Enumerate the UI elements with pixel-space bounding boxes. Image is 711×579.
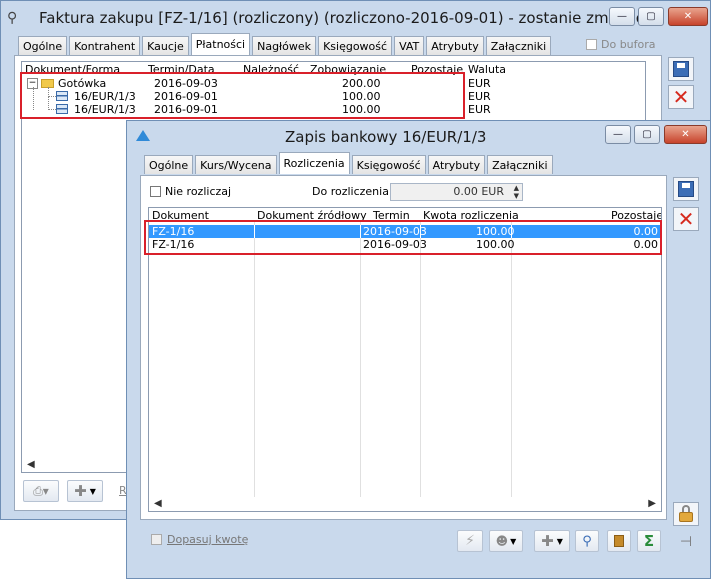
search-icon: ⚲ — [7, 10, 18, 26]
sigma-icon: Σ — [643, 532, 655, 550]
lightning-icon: ⚡ — [465, 533, 475, 549]
bank-entry-tabs: Ogólne Kurs/Wycena Rozliczenia Księgowoś… — [144, 152, 555, 175]
trash-icon — [614, 535, 624, 547]
tab-atrybuty[interactable]: Atrybuty — [426, 36, 484, 55]
row-waluta: EUR — [468, 77, 491, 90]
scroll-right-icon[interactable]: ▶ — [648, 498, 656, 509]
user-button[interactable]: ☻ ▼ — [489, 530, 523, 552]
do-rozliczenia-field[interactable]: 0.00 EUR ▲ ▼ — [390, 183, 523, 201]
do-rozliczenia-value: 0.00 EUR — [453, 185, 504, 198]
invoice-title: Faktura zakupu [FZ-1/16] (rozliczony) (r… — [39, 9, 664, 27]
printer-icon: ⎙▾ — [33, 483, 49, 498]
tab-ksiegowosc[interactable]: Księgowość — [351, 155, 426, 174]
dropdown-arrow-icon: ▼ — [89, 486, 96, 496]
save-button[interactable] — [668, 57, 694, 81]
tab-naglowek[interactable]: Nagłówek — [252, 36, 317, 55]
spinner-up-icon[interactable]: ▲ — [514, 184, 519, 192]
nie-rozliczaj-checkbox[interactable] — [150, 186, 161, 197]
sum-button[interactable]: Σ — [637, 530, 661, 552]
user-icon: ☻ — [495, 534, 509, 548]
tab-vat[interactable]: VAT — [394, 36, 425, 55]
add-button[interactable]: ✚ ▼ — [67, 480, 103, 502]
lock-icon — [679, 505, 693, 522]
preview-button[interactable]: ⚲ — [575, 530, 599, 552]
floppy-disk-icon — [673, 61, 689, 77]
spinner-down-icon[interactable]: ▼ — [514, 192, 519, 200]
minimize-button[interactable]: — — [605, 125, 631, 144]
x-icon: ✕ — [677, 207, 695, 231]
column-divider — [420, 222, 421, 511]
maximize-button[interactable]: ▢ — [634, 125, 660, 144]
scroll-left-icon[interactable]: ◀ — [154, 498, 162, 509]
tab-ogolne[interactable]: Ogólne — [18, 36, 68, 55]
highlight-box-settlements — [144, 220, 662, 255]
nie-rozliczaj-label: Nie rozliczaj — [165, 185, 232, 198]
delete-button[interactable]: ✕ — [668, 85, 694, 109]
invoice-tabs: Ogólne Kontrahent Kaucje Płatności Nagłó… — [18, 33, 553, 56]
tab-kurs-wycena[interactable]: Kurs/Wycena — [195, 155, 277, 174]
lock-button[interactable] — [673, 502, 699, 526]
row-waluta: EUR — [468, 103, 491, 116]
tab-zalaczniki[interactable]: Załączniki — [487, 155, 553, 174]
do-bufora-label: Do bufora — [601, 38, 656, 51]
column-divider — [511, 222, 512, 511]
floppy-disk-icon — [678, 181, 694, 197]
plus-icon: ✚ — [74, 482, 87, 500]
invoice-titlebar[interactable]: ⚲ Faktura zakupu [FZ-1/16] (rozliczony) … — [1, 1, 710, 35]
plus-icon: ✚ — [541, 532, 554, 550]
tab-zalaczniki[interactable]: Załączniki — [485, 36, 552, 55]
triangle-logo-icon — [136, 130, 150, 141]
do-rozliczenia-label: Do rozliczenia: — [312, 185, 393, 198]
col-waluta[interactable]: Waluta — [468, 63, 506, 76]
print-button[interactable]: ⎙▾ — [23, 480, 59, 502]
pin-icon: ⊣ — [679, 534, 693, 550]
column-divider — [254, 222, 255, 511]
minimize-button[interactable]: — — [609, 7, 635, 26]
tab-kontrahent[interactable]: Kontrahent — [69, 36, 141, 55]
settlements-hscroll[interactable]: ◀ ▶ — [149, 497, 661, 511]
save-button[interactable] — [673, 177, 699, 201]
x-icon: ✕ — [672, 85, 690, 109]
close-button[interactable]: ✕ — [664, 125, 707, 144]
bank-entry-titlebar[interactable]: Zapis bankowy 16/EUR/1/3 — ▢ ✕ — [127, 121, 710, 151]
tab-platnosci[interactable]: Płatności — [190, 33, 251, 55]
highlight-box-payments — [20, 72, 465, 119]
dropdown-arrow-icon: ▼ — [510, 536, 517, 546]
tab-kaucje[interactable]: Kaucje — [142, 36, 189, 55]
dopasuj-kwote-checkbox[interactable] — [151, 534, 162, 545]
tab-atrybuty[interactable]: Atrybuty — [427, 155, 486, 174]
row-waluta: EUR — [468, 90, 491, 103]
maximize-button[interactable]: ▢ — [638, 7, 664, 26]
column-divider — [360, 222, 361, 511]
tab-rozliczenia[interactable]: Rozliczenia — [278, 152, 350, 174]
scroll-left-icon[interactable]: ◀ — [27, 459, 35, 470]
dopasuj-kwote-label: Dopasuj kwotę — [167, 533, 249, 546]
bank-entry-title: Zapis bankowy 16/EUR/1/3 — [285, 128, 487, 146]
do-bufora-checkbox[interactable] — [586, 39, 597, 50]
tab-ogolne[interactable]: Ogólne — [144, 155, 194, 174]
add-button[interactable]: ✚ ▼ — [534, 530, 570, 552]
bank-entry-window: Zapis bankowy 16/EUR/1/3 — ▢ ✕ Ogólne Ku… — [126, 120, 711, 579]
magnifier-icon: ⚲ — [582, 533, 592, 549]
close-button[interactable]: ✕ — [668, 7, 708, 26]
pin-button[interactable]: ⊣ — [673, 530, 699, 554]
delete-button[interactable]: ✕ — [673, 207, 699, 231]
lightning-button[interactable]: ⚡ — [457, 530, 483, 552]
tab-ksiegowosc[interactable]: Księgowość — [318, 36, 393, 55]
trash-button[interactable] — [607, 530, 631, 552]
dropdown-arrow-icon: ▼ — [556, 536, 563, 546]
